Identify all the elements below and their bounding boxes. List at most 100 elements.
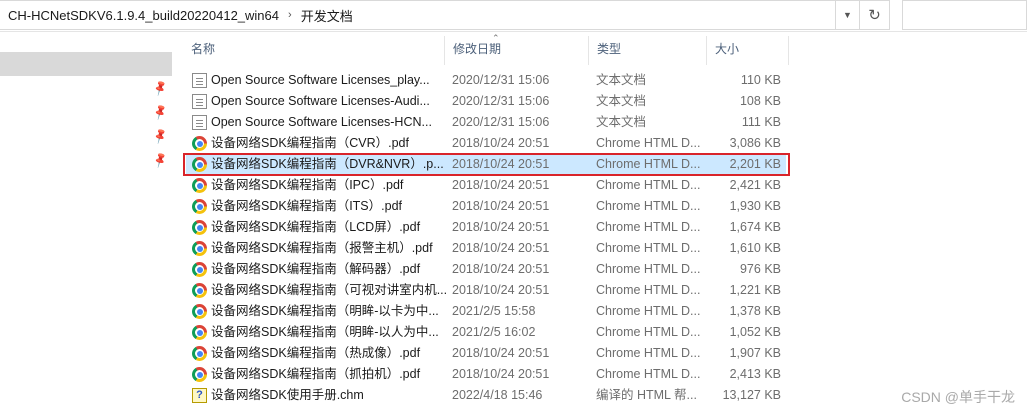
file-name: 设备网络SDK编程指南（LCD屏）.pdf [211, 220, 421, 234]
file-name: 设备网络SDK编程指南（抓拍机）.pdf [211, 367, 421, 381]
refresh-icon[interactable]: ↻ [860, 0, 890, 30]
column-date-modified[interactable]: 修改日期 [444, 32, 588, 65]
file-name: 设备网络SDK编程指南（解码器）.pdf [211, 262, 421, 276]
file-name: 设备网络SDK编程指南（报警主机）.pdf [211, 241, 433, 255]
pin-icon[interactable]: 📌 [151, 152, 170, 170]
file-name: 设备网络SDK编程指南（可视对讲室内机... [211, 283, 448, 297]
column-divider[interactable] [788, 36, 789, 65]
chrome-icon [192, 367, 207, 382]
file-name: Open Source Software Licenses-Audi... [211, 94, 430, 108]
file-type: 文本文档 [596, 115, 647, 129]
file-type: Chrome HTML D... [596, 178, 701, 192]
file-row[interactable]: 设备网络SDK编程指南（报警主机）.pdf 2018/10/24 20:51 Chr… [186, 238, 786, 259]
document-icon [192, 94, 207, 109]
pin-icon[interactable]: 📌 [151, 80, 170, 98]
file-row[interactable]: Open Source Software Licenses-Audi... 202… [186, 91, 786, 112]
file-row[interactable]: 设备网络SDK编程指南（ITS）.pdf 2018/10/24 20:51 Chro… [186, 196, 786, 217]
file-name: 设备网络SDK编程指南（CVR）.pdf [211, 136, 409, 150]
file-size: 3,086 KB [729, 136, 781, 150]
file-name: 设备网络SDK编程指南（明眸-以人为中... [211, 325, 439, 339]
breadcrumb-item-dev-docs[interactable]: 开发文档 [301, 6, 353, 25]
chrome-icon [192, 325, 207, 340]
file-date-modified: 2018/10/24 20:51 [452, 283, 550, 297]
file-type: Chrome HTML D... [596, 283, 701, 297]
file-size: 2,413 KB [729, 367, 781, 381]
file-row[interactable]: 设备网络SDK编程指南（LCD屏）.pdf 2018/10/24 20:51 Chr… [186, 217, 786, 238]
file-name: Open Source Software Licenses_play... [211, 73, 430, 87]
file-date-modified: 2018/10/24 20:51 [452, 199, 550, 213]
pin-icon[interactable]: 📌 [151, 128, 170, 146]
file-date-modified: 2018/10/24 20:51 [452, 178, 550, 192]
file-size: 110 KB [740, 73, 781, 87]
file-type: 文本文档 [596, 73, 647, 87]
chrome-icon [192, 241, 207, 256]
file-name: Open Source Software Licenses-HCN... [211, 115, 432, 129]
file-row[interactable]: 设备网络SDK编程指南（明眸-以卡为中... 2021/2/5 15:58 Chro… [186, 301, 786, 322]
document-icon [192, 115, 207, 130]
chrome-icon [192, 136, 207, 151]
file-size: 1,907 KB [729, 346, 781, 360]
column-size[interactable]: 大小 [706, 32, 788, 65]
file-size: 1,674 KB [729, 220, 781, 234]
file-size: 1,221 KB [729, 283, 781, 297]
file-type: Chrome HTML D... [596, 199, 701, 213]
file-type: Chrome HTML D... [596, 220, 701, 234]
file-row[interactable]: 设备网络SDK编程指南（解码器）.pdf 2018/10/24 20:51 Chro… [186, 259, 786, 280]
file-row[interactable]: Open Source Software Licenses_play... 202… [186, 70, 786, 91]
file-size: 1,610 KB [729, 241, 781, 255]
column-header: ⌃ 名称 修改日期 类型 大小 [182, 32, 1027, 65]
chrome-icon [192, 262, 207, 277]
file-type: Chrome HTML D... [596, 325, 701, 339]
file-row[interactable]: 设备网络SDK编程指南（可视对讲室内机... 2018/10/24 20:51 Ch… [186, 280, 786, 301]
file-size: 2,421 KB [729, 178, 781, 192]
search-input[interactable] [902, 0, 1027, 30]
file-date-modified: 2018/10/24 20:51 [452, 346, 550, 360]
file-type: Chrome HTML D... [596, 367, 701, 381]
highlight-annotation [183, 153, 790, 176]
chrome-icon [192, 346, 207, 361]
pin-icon[interactable]: 📌 [151, 104, 170, 122]
breadcrumb-item-sdk-folder[interactable]: CH-HCNetSDKV6.1.9.4_build20220412_win64 [8, 8, 279, 23]
file-size: 1,378 KB [729, 304, 781, 318]
file-size: 111 KB [741, 115, 781, 129]
help-file-icon: ? [192, 388, 207, 403]
breadcrumb[interactable]: CH-HCNetSDKV6.1.9.4_build20220412_win64 … [0, 0, 836, 30]
chrome-icon [192, 199, 207, 214]
column-name[interactable]: 名称 [182, 32, 444, 65]
file-size: 1,930 KB [729, 199, 781, 213]
file-type: 文本文档 [596, 94, 647, 108]
file-list: Open Source Software Licenses_play... 202… [186, 70, 786, 406]
file-date-modified: 2018/10/24 20:51 [452, 262, 550, 276]
file-date-modified: 2018/10/24 20:51 [452, 367, 550, 381]
file-name: 设备网络SDK编程指南（ITS）.pdf [211, 199, 402, 213]
watermark: CSDN @单手干龙 [901, 389, 1015, 405]
file-type: Chrome HTML D... [596, 346, 701, 360]
file-date-modified: 2020/12/31 15:06 [452, 94, 550, 108]
navigation-pane: 📌 📌 📌 📌 [0, 32, 172, 415]
document-icon [192, 73, 207, 88]
file-type: 编译的 HTML 帮... [596, 388, 697, 402]
file-date-modified: 2022/4/18 15:46 [452, 388, 543, 402]
column-type[interactable]: 类型 [588, 32, 706, 65]
breadcrumb-separator-icon[interactable]: › [288, 9, 292, 21]
file-size: 13,127 KB [722, 388, 781, 402]
file-type: Chrome HTML D... [596, 304, 701, 318]
address-bar: CH-HCNetSDKV6.1.9.4_build20220412_win64 … [0, 0, 1027, 32]
file-row[interactable]: 设备网络SDK编程指南（IPC）.pdf 2018/10/24 20:51 Chro… [186, 175, 786, 196]
file-size: 1,052 KB [729, 325, 781, 339]
chevron-down-icon[interactable]: ▼ [836, 0, 860, 30]
file-row[interactable]: 设备网络SDK编程指南（抓拍机）.pdf 2018/10/24 20:51 Chro… [186, 364, 786, 385]
file-date-modified: 2020/12/31 15:06 [452, 115, 550, 129]
file-name: 设备网络SDK编程指南（明眸-以卡为中... [211, 304, 439, 318]
file-row[interactable]: 设备网络SDK编程指南（CVR）.pdf 2018/10/24 20:51 Chro… [186, 133, 786, 154]
file-date-modified: 2020/12/31 15:06 [452, 73, 550, 87]
file-size: 976 KB [739, 262, 781, 276]
file-row[interactable]: ? 设备网络SDK使用手册.chm 2022/4/18 15:46 编译的 HTML … [186, 385, 786, 406]
file-date-modified: 2018/10/24 20:51 [452, 136, 550, 150]
file-row[interactable]: Open Source Software Licenses-HCN... 2020… [186, 112, 786, 133]
file-row[interactable]: 设备网络SDK编程指南（明眸-以人为中... 2021/2/5 16:02 Chro… [186, 322, 786, 343]
file-name: 设备网络SDK编程指南（热成像）.pdf [211, 346, 421, 360]
nav-item-selected[interactable] [0, 52, 172, 76]
file-row[interactable]: 设备网络SDK编程指南（热成像）.pdf 2018/10/24 20:51 Chro… [186, 343, 786, 364]
chrome-icon [192, 304, 207, 319]
